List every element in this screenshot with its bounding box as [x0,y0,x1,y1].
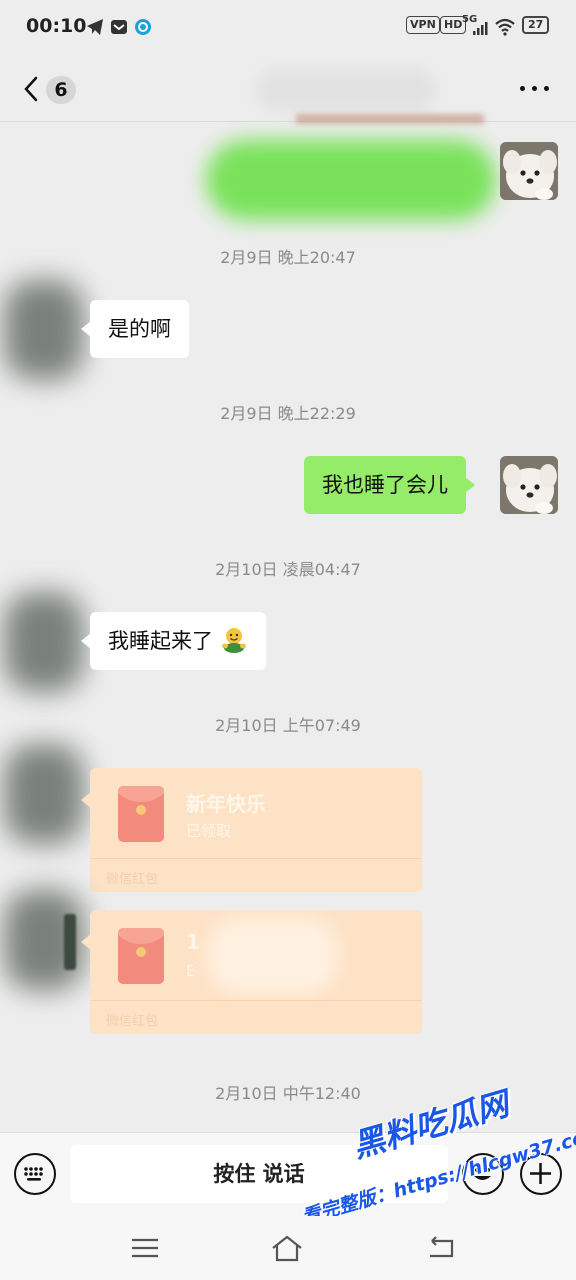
red-packet-footer: 微信红包 [106,872,159,887]
vpn-indicator: VPN [406,16,440,34]
red-packet-title: 新年快乐 [186,792,266,816]
more-options-button[interactable] [518,78,552,98]
unread-count-badge[interactable]: 6 [46,76,76,104]
header-banner-redacted [296,114,484,124]
redacted-sent-message[interactable] [206,140,496,220]
chat-header: 6 [0,56,576,124]
dog-avatar-icon [500,142,558,200]
redacted-red-packet-text [208,918,338,994]
red-packet-icon [118,928,164,984]
my-avatar[interactable] [500,142,558,200]
red-packet-status: 已领取 [186,822,232,840]
my-avatar[interactable] [500,456,558,514]
signal-icon [473,22,488,35]
keyboard-toggle-button[interactable] [14,1153,56,1195]
message-text: 我睡起来了 [108,629,213,653]
timestamp: 2月9日 晚上20:47 [220,248,356,267]
back-nav-icon[interactable] [424,1234,458,1262]
chat-title-redacted [256,68,436,112]
status-bar: 00:10 VPN HD 5G 27 [0,0,576,56]
received-message[interactable]: 是的啊 [81,300,189,358]
smiling-face-emoji-icon [221,628,246,653]
sync-app-icon [135,19,151,35]
home-icon[interactable] [270,1234,304,1262]
red-packet-footer: 微信红包 [106,1014,159,1029]
contact-avatar-redacted[interactable] [4,280,84,380]
red-packet-status: E [186,962,196,980]
dog-avatar-icon [500,456,558,514]
thumbnail-fragment [64,914,76,970]
message-app-icon [111,20,127,34]
battery-indicator: 27 [522,16,550,34]
contact-avatar-redacted[interactable] [4,744,84,844]
red-packet-icon [118,786,164,842]
menu-icon[interactable] [128,1234,162,1262]
wifi-icon [495,18,515,36]
system-nav-bar [0,1216,576,1280]
sent-message[interactable]: 我也睡了会儿 [304,456,475,514]
status-time: 00:10 [26,15,87,37]
red-packet-title: 1 [186,930,200,954]
contact-avatar-redacted[interactable] [4,592,84,692]
received-message[interactable]: 我睡起来了 [81,612,266,670]
timestamp: 2月10日 凌晨04:47 [215,560,361,579]
red-packet-card[interactable]: 新年快乐 已领取 微信红包 [81,768,422,892]
timestamp: 2月10日 上午07:49 [215,716,361,735]
red-packet-card[interactable]: 1 E 微信红包 [81,910,422,1034]
back-arrow-icon[interactable] [18,72,48,106]
telegram-icon [87,19,103,35]
timestamp: 2月9日 晚上22:29 [220,404,356,423]
keyboard-icon [24,1167,43,1181]
